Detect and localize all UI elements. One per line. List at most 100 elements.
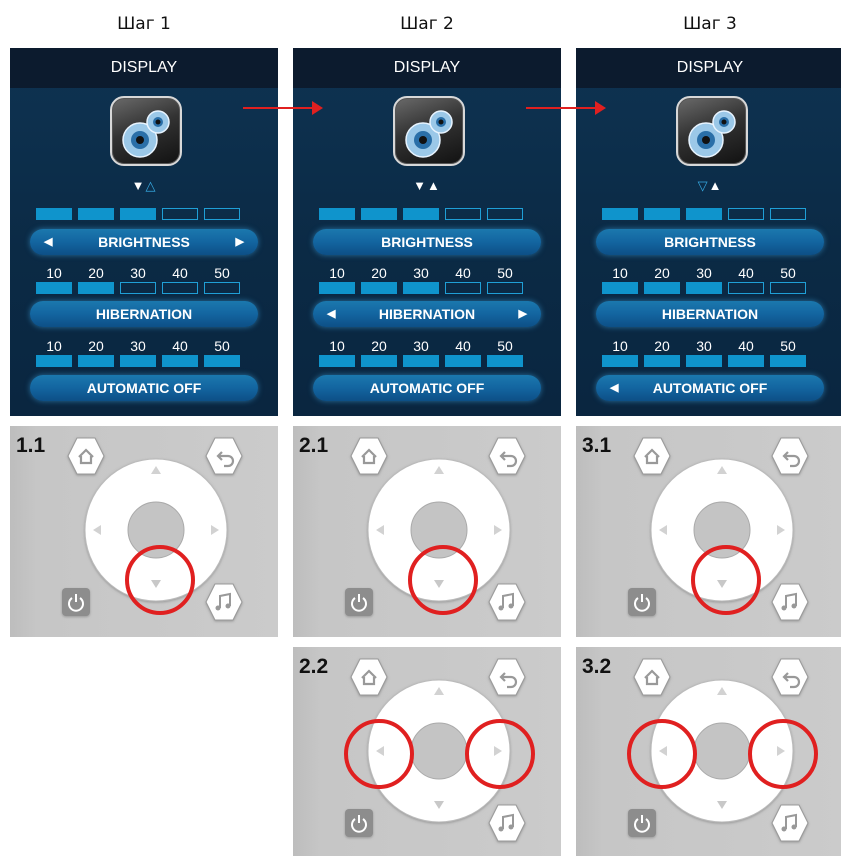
panel-label: 2.1: [299, 434, 329, 457]
hibernation-scale-value: 50: [214, 265, 230, 281]
scroll-indicator: ▼▲: [293, 178, 561, 193]
brightness-menu-item[interactable]: BRIGHTNESS: [313, 229, 541, 255]
hibernation-level-segment: [770, 282, 806, 294]
automatic_off-scale-value: 50: [780, 338, 796, 354]
remote-control-panel: 1.1: [10, 426, 278, 637]
settings-gear-icon: [676, 96, 748, 166]
hibernation-level-segment: [120, 282, 156, 294]
hibernation-label: HIBERNATION: [378, 306, 476, 322]
brightness-menu-item[interactable]: ◀ BRIGHTNESS ▶: [30, 229, 258, 255]
hibernation-level-segment: [319, 282, 355, 294]
next-step-arrow-head-icon: [595, 101, 606, 115]
automatic_off-scale-value: 20: [88, 338, 104, 354]
brightness-level-segment: [36, 208, 72, 220]
hibernation-scale-value: 40: [172, 265, 188, 281]
automatic_off-level-segment: [78, 355, 114, 367]
hibernation-level-bars: [319, 282, 535, 296]
scroll-up-indicator-icon: ▲: [708, 178, 723, 193]
brightness-label: BRIGHTNESS: [381, 234, 473, 250]
scroll-up-indicator-icon: △: [145, 178, 157, 193]
screen-header: DISPLAY: [293, 48, 561, 88]
brightness-level-segment: [770, 208, 806, 220]
automatic_off-level-segment: [36, 355, 72, 367]
automatic_off-menu-item[interactable]: AUTOMATIC OFF: [313, 375, 541, 401]
automatic_off-level-segment: [445, 355, 481, 367]
panel-label: 3.2: [582, 655, 612, 678]
brightness-menu-item[interactable]: BRIGHTNESS: [596, 229, 824, 255]
settings-gear-icon: [110, 96, 182, 166]
automatic_off-level-segment: [644, 355, 680, 367]
remote-control-panel: 2.2: [293, 647, 561, 856]
automatic_off-scale-value: 30: [696, 338, 712, 354]
brightness-level-segment: [602, 208, 638, 220]
panel-label: 3.1: [582, 434, 612, 457]
automatic_off-scale-value: 30: [130, 338, 146, 354]
automatic_off-scale-value: 20: [654, 338, 670, 354]
hibernation-scale-value: 10: [612, 265, 628, 281]
automatic_off-scale: 10 20 30 40 50: [602, 338, 818, 354]
automatic_off-level-bars: [36, 355, 252, 369]
automatic_off-level-segment: [120, 355, 156, 367]
automatic_off-scale: 10 20 30 40 50: [319, 338, 535, 354]
brightness-level-segment: [319, 208, 355, 220]
display-settings-screen: DISPLAY ▼△ ◀ BRIGHTNESS ▶ 10 20 30 40 50 HIBERNAT…: [10, 48, 278, 416]
brightness-level-bars: [319, 208, 535, 222]
brightness-level-segment: [728, 208, 764, 220]
hibernation-scale-value: 50: [497, 265, 513, 281]
display-settings-screen: DISPLAY ▽▲ BRIGHTNESS 10 20 30 40 50 HIBERNATIO…: [576, 48, 841, 416]
hibernation-menu-item[interactable]: HIBERNATION: [596, 301, 824, 327]
next-step-arrow: [243, 107, 313, 109]
left-arrow-icon: ◀: [44, 236, 53, 248]
scroll-indicator: ▽▲: [576, 178, 841, 194]
hibernation-level-segment: [361, 282, 397, 294]
brightness-level-segment: [487, 208, 523, 220]
hibernation-menu-item[interactable]: ◀ HIBERNATION ▶: [313, 301, 541, 327]
automatic_off-level-segment: [361, 355, 397, 367]
automatic_off-scale-value: 50: [497, 338, 513, 354]
automatic_off-scale-value: 10: [46, 338, 62, 354]
brightness-level-segment: [403, 208, 439, 220]
brightness-level-segment: [361, 208, 397, 220]
automatic_off-scale-value: 40: [172, 338, 188, 354]
scroll-down-indicator-icon: ▽: [697, 178, 709, 193]
next-step-arrow-head-icon: [312, 101, 323, 115]
automatic_off-level-segment: [403, 355, 439, 367]
automatic_off-menu-item[interactable]: AUTOMATIC OFF: [30, 375, 258, 401]
screen-header: DISPLAY: [576, 48, 841, 88]
automatic_off-scale: 10 20 30 40 50: [36, 338, 252, 354]
hibernation-menu-item[interactable]: HIBERNATION: [30, 301, 258, 327]
right-arrow-icon: ▶: [518, 308, 527, 320]
brightness-label: BRIGHTNESS: [664, 234, 756, 250]
hibernation-scale-value: 30: [696, 265, 712, 281]
automatic_off-scale-value: 30: [413, 338, 429, 354]
automatic_off-level-segment: [319, 355, 355, 367]
left-arrow-icon: ◀: [327, 308, 336, 320]
remote-control-panel: 2.1: [293, 426, 561, 637]
hibernation-scale: 10 20 30 40 50: [319, 265, 535, 281]
hibernation-level-segment: [728, 282, 764, 294]
brightness-level-segment: [644, 208, 680, 220]
hibernation-scale-value: 20: [371, 265, 387, 281]
hibernation-level-bars: [36, 282, 252, 296]
display-settings-screen: DISPLAY ▼▲ BRIGHTNESS 10 20 30 40 50 ◀ HIBERNATI…: [293, 48, 561, 416]
step-title: Шаг 1: [117, 14, 171, 34]
automatic_off-level-bars: [602, 355, 818, 369]
hibernation-level-segment: [403, 282, 439, 294]
hibernation-scale-value: 20: [88, 265, 104, 281]
automatic_off-scale-value: 20: [371, 338, 387, 354]
next-step-arrow: [526, 107, 596, 109]
hibernation-level-segment: [204, 282, 240, 294]
hibernation-level-segment: [445, 282, 481, 294]
automatic_off-label: AUTOMATIC OFF: [369, 380, 485, 396]
hibernation-level-segment: [36, 282, 72, 294]
automatic_off-level-segment: [728, 355, 764, 367]
remote-control-panel: 3.2: [576, 647, 841, 856]
automatic_off-level-segment: [487, 355, 523, 367]
hibernation-level-segment: [487, 282, 523, 294]
automatic_off-menu-item[interactable]: ◀ AUTOMATIC OFF: [596, 375, 824, 401]
automatic_off-scale-value: 40: [455, 338, 471, 354]
hibernation-level-segment: [644, 282, 680, 294]
hibernation-scale-value: 10: [329, 265, 345, 281]
screen-header: DISPLAY: [10, 48, 278, 88]
step-title: Шаг 3: [683, 14, 737, 34]
